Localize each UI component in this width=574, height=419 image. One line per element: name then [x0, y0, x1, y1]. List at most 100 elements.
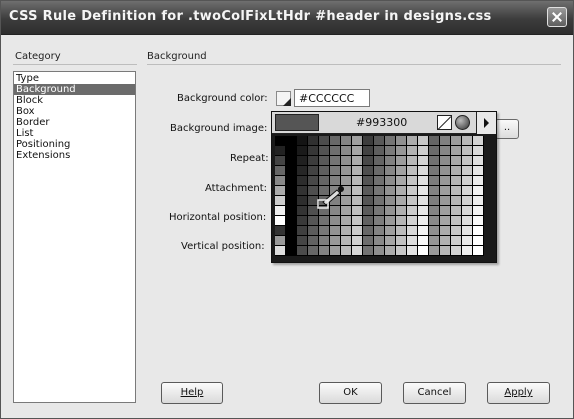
color-swatch[interactable] [297, 156, 308, 166]
color-swatch[interactable] [352, 146, 363, 156]
color-swatch[interactable] [374, 206, 385, 216]
color-swatch[interactable] [308, 166, 319, 176]
color-swatch[interactable] [451, 246, 462, 256]
color-swatch[interactable] [462, 226, 473, 236]
apply-button[interactable]: Apply [487, 382, 550, 404]
color-swatch[interactable] [308, 156, 319, 166]
color-swatch[interactable] [473, 236, 484, 246]
color-swatch[interactable] [440, 156, 451, 166]
category-item-positioning[interactable]: Positioning [14, 139, 135, 150]
color-swatch[interactable] [429, 246, 440, 256]
color-swatch[interactable] [385, 226, 396, 236]
color-swatch[interactable] [286, 156, 297, 166]
color-swatch[interactable] [473, 136, 484, 146]
color-swatch[interactable] [341, 236, 352, 246]
color-swatch[interactable] [418, 166, 429, 176]
background-color-field[interactable]: #CCCCCC [294, 89, 370, 107]
color-swatch[interactable] [473, 216, 484, 226]
color-swatch[interactable] [418, 176, 429, 186]
color-swatch[interactable] [462, 146, 473, 156]
color-swatch[interactable] [385, 196, 396, 206]
color-swatch[interactable] [352, 246, 363, 256]
color-swatch[interactable] [385, 166, 396, 176]
color-swatch[interactable] [407, 216, 418, 226]
color-swatch[interactable] [374, 166, 385, 176]
color-swatch[interactable] [374, 196, 385, 206]
cancel-button[interactable]: Cancel [403, 382, 466, 404]
color-swatch[interactable] [473, 146, 484, 156]
color-swatch[interactable] [308, 146, 319, 156]
color-swatch[interactable] [440, 216, 451, 226]
color-swatch[interactable] [286, 196, 297, 206]
color-swatch[interactable] [451, 166, 462, 176]
category-item-background[interactable]: Background [14, 84, 135, 95]
color-swatch[interactable] [308, 216, 319, 226]
color-swatch[interactable] [407, 196, 418, 206]
color-swatch[interactable] [473, 206, 484, 216]
color-swatch[interactable] [308, 246, 319, 256]
color-swatch[interactable] [363, 246, 374, 256]
color-swatch[interactable] [407, 206, 418, 216]
color-swatch[interactable] [473, 246, 484, 256]
color-swatch[interactable] [341, 166, 352, 176]
color-swatch[interactable] [330, 166, 341, 176]
color-swatch[interactable] [462, 216, 473, 226]
category-item-box[interactable]: Box [14, 106, 135, 117]
color-swatch[interactable] [363, 236, 374, 246]
color-swatch[interactable] [396, 156, 407, 166]
color-swatch[interactable] [451, 176, 462, 186]
color-swatch[interactable] [341, 226, 352, 236]
color-picker-popup[interactable]: #993300 [271, 111, 497, 263]
color-swatch[interactable] [275, 136, 286, 146]
color-swatch[interactable] [363, 156, 374, 166]
color-swatch[interactable] [440, 196, 451, 206]
color-swatch[interactable] [297, 236, 308, 246]
color-swatch[interactable] [429, 196, 440, 206]
color-swatch[interactable] [451, 226, 462, 236]
color-swatch[interactable] [374, 216, 385, 226]
color-swatch[interactable] [352, 186, 363, 196]
color-swatch[interactable] [440, 136, 451, 146]
color-swatch[interactable] [418, 216, 429, 226]
color-swatch[interactable] [451, 196, 462, 206]
color-swatch[interactable] [330, 246, 341, 256]
color-swatch[interactable] [286, 186, 297, 196]
color-swatch[interactable] [330, 216, 341, 226]
color-swatch[interactable] [462, 196, 473, 206]
color-swatch[interactable] [286, 236, 297, 246]
color-swatch[interactable] [330, 236, 341, 246]
color-swatch[interactable] [473, 156, 484, 166]
color-swatch[interactable] [275, 196, 286, 206]
color-swatch[interactable] [319, 216, 330, 226]
color-swatch[interactable] [286, 226, 297, 236]
system-color-picker-icon[interactable] [455, 115, 470, 130]
color-swatch[interactable] [319, 156, 330, 166]
color-swatch[interactable] [319, 136, 330, 146]
color-swatch[interactable] [308, 226, 319, 236]
color-swatch[interactable] [385, 236, 396, 246]
color-swatch[interactable] [385, 136, 396, 146]
color-swatch[interactable] [451, 236, 462, 246]
browse-button[interactable]: .. [495, 119, 519, 139]
color-swatch[interactable] [418, 206, 429, 216]
color-swatch[interactable] [319, 246, 330, 256]
color-swatch[interactable] [440, 206, 451, 216]
color-swatch[interactable] [352, 236, 363, 246]
color-swatch[interactable] [330, 226, 341, 236]
color-swatch[interactable] [275, 166, 286, 176]
color-swatch[interactable] [275, 236, 286, 246]
color-swatch[interactable] [374, 186, 385, 196]
color-swatch[interactable] [418, 246, 429, 256]
color-swatch[interactable] [319, 226, 330, 236]
color-swatch[interactable] [396, 166, 407, 176]
color-swatch[interactable] [440, 236, 451, 246]
color-swatch[interactable] [286, 166, 297, 176]
color-swatch[interactable] [418, 226, 429, 236]
color-swatch[interactable] [396, 196, 407, 206]
color-swatch[interactable] [308, 136, 319, 146]
color-swatch[interactable] [462, 246, 473, 256]
color-swatch[interactable] [396, 146, 407, 156]
color-swatch[interactable] [352, 176, 363, 186]
color-swatch[interactable] [429, 216, 440, 226]
close-icon[interactable] [547, 7, 567, 27]
